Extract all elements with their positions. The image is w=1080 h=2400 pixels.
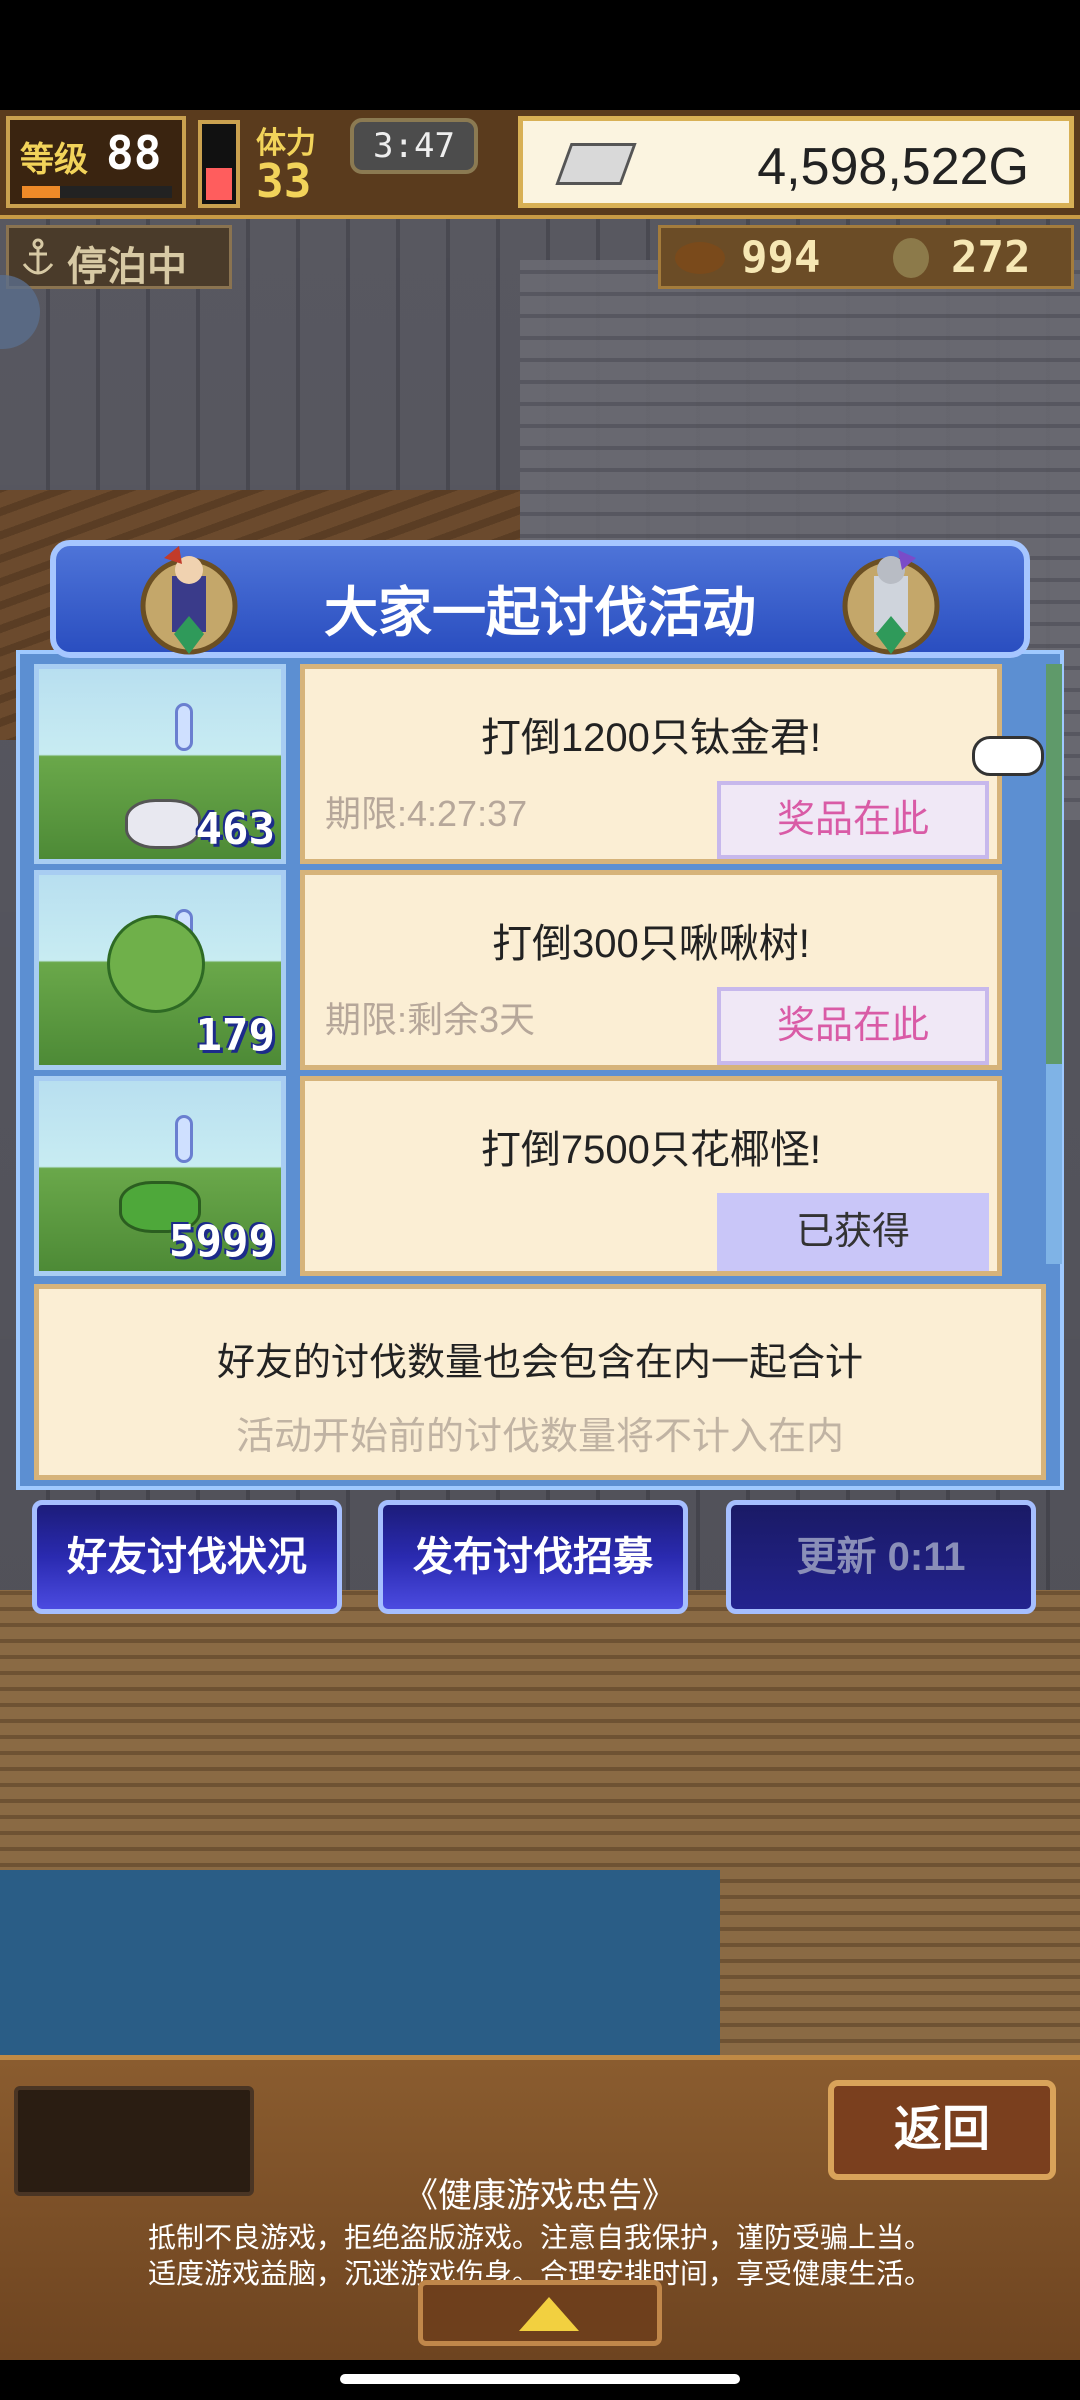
bottom-panel: 返回 《健康游戏忠告》 抵制不良游戏，拒绝盗版游戏。注意自我保护，谨防受骗上当。… [0,2055,1080,2360]
tree-monster-icon [107,915,205,1013]
info-line-2: 活动开始前的讨伐数量将不计入在内 [235,1416,844,1458]
health-advice-title: 《健康游戏忠告》 [404,2177,676,2215]
event-thumbnail[interactable]: 5999 [34,1076,286,1276]
dock-status-text: 停泊中 [67,244,187,290]
resource-wood-value: 994 [741,232,821,283]
level-progress-bar [22,186,172,198]
event-thumbnail[interactable]: 463 [34,664,286,864]
back-button[interactable]: 返回 [828,2080,1056,2180]
event-deadline: 期限:剩余3天 [325,999,536,1040]
defeat-count: 179 [195,1010,275,1061]
event-row: 463 打倒1200只钛金君! 期限:4:27:37 奖品在此 [34,664,1002,864]
level-value: 88 [106,126,162,180]
event-title: 打倒300只啾啾树! [492,922,810,966]
anchor-icon [22,238,54,275]
armored-knight-emblem-icon [842,550,940,655]
status-bar-area [0,0,1080,110]
stamina-gauge-fill [206,168,232,200]
level-progress-fill [22,186,60,198]
alert-icon [175,1115,193,1163]
game-header: 等级 88 体力 33 3:47 4,598,522G [0,110,1080,219]
event-card: 打倒300只啾啾树! 期限:剩余3天 奖品在此 [300,870,1002,1070]
event-title: 打倒1200只钛金君! [480,716,822,760]
gold-panel[interactable]: 4,598,522G [518,116,1074,208]
friend-status-button[interactable]: 好友讨伐状况 [32,1500,342,1614]
harbor-water [0,1870,720,2055]
event-row: 5999 打倒7500只花椰怪! 已获得 [34,1076,1002,1276]
dock-status-panel[interactable]: 停泊中 [6,225,232,290]
event-card: 打倒1200只钛金君! 期限:4:27:37 奖品在此 [300,664,1002,864]
event-card: 打倒7500只花椰怪! 已获得 [300,1076,1002,1276]
event-thumbnail[interactable]: 179 [34,870,286,1070]
dialog-title-bar: 大家一起讨伐活动 [50,540,1030,658]
event-deadline: 期限:4:27:37 [325,793,528,834]
level-panel[interactable]: 等级 88 [6,116,186,208]
titanium-monster-icon [125,799,201,849]
event-info-box: 好友的讨伐数量也会包含在内一起合计 活动开始前的讨伐数量将不计入在内 [34,1284,1046,1480]
gold-amount: 4,598,522G [757,138,1029,196]
prize-button[interactable]: 奖品在此 [717,781,989,859]
health-advice-line-1: 抵制不良游戏，拒绝盗版游戏。注意自我保护，谨防受骗上当。 [147,2222,932,2253]
resource-ore-value: 272 [951,232,1031,283]
defeat-count: 5999 [169,1216,275,1267]
home-indicator[interactable] [340,2374,740,2384]
refresh-button[interactable]: 更新 0:11 [726,1500,1036,1614]
status-row: 停泊中 994 272 [0,225,1080,293]
ore-icon [893,238,929,278]
stamina-gauge [198,120,240,208]
level-label: 等级 [20,140,88,180]
resource-panel[interactable]: 994 272 [658,225,1074,289]
publish-recruit-button[interactable]: 发布讨伐招募 [378,1500,688,1614]
scrollbar-thumb[interactable] [1046,664,1062,1064]
event-row: 179 打倒300只啾啾树! 期限:剩余3天 奖品在此 [34,870,1002,1070]
claimed-button[interactable]: 已获得 [717,1193,989,1271]
pointer-hand-icon [972,736,1044,776]
info-line-1: 好友的讨伐数量也会包含在内一起合计 [216,1342,863,1384]
defeat-count: 463 [195,804,275,855]
stamina-value: 33 [256,154,312,208]
event-list-scrollbar[interactable] [1046,664,1062,1264]
wood-icon [675,242,725,274]
arrow-up-icon [519,2297,579,2331]
game-clock: 3:47 [350,118,478,174]
prize-button[interactable]: 奖品在此 [717,987,989,1065]
expand-menu-button[interactable] [418,2280,662,2346]
event-title: 打倒7500只花椰怪! [480,1128,822,1172]
silver-bar-icon [555,143,637,185]
alert-icon [175,703,193,751]
